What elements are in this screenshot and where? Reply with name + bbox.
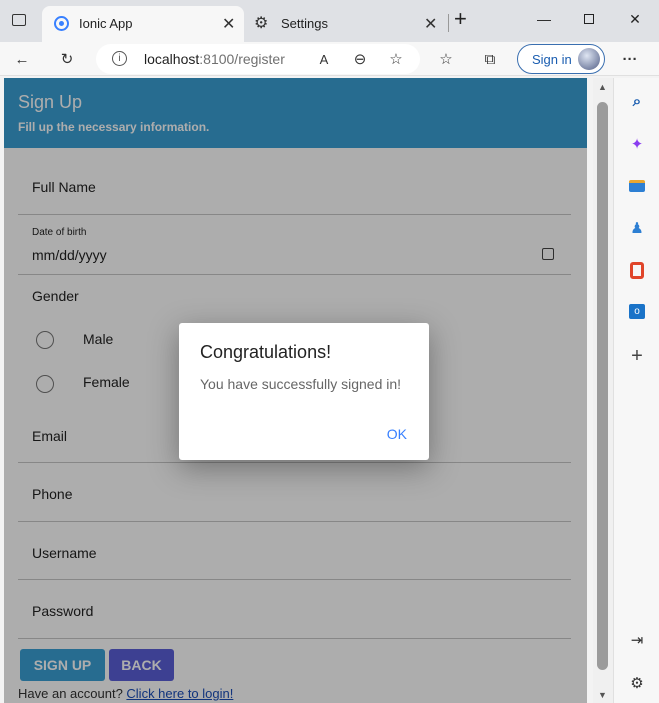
sign-in-label: Sign in bbox=[532, 52, 572, 67]
tab-divider bbox=[448, 14, 449, 32]
close-tab-icon[interactable]: ✕ bbox=[424, 14, 437, 34]
tab-settings[interactable]: ⚙ Settings ✕ bbox=[246, 6, 446, 42]
avatar bbox=[578, 48, 600, 70]
new-tab-icon[interactable]: + bbox=[454, 6, 467, 32]
browser-toolbar: ← ↻ i localhost:8100/register A ⊖ ☆ ☆ ⧉ … bbox=[0, 42, 659, 76]
shopping-icon[interactable] bbox=[626, 175, 648, 197]
info-icon[interactable]: i bbox=[112, 51, 127, 66]
dialog-title: Congratulations! bbox=[200, 342, 332, 362]
gear-icon: ⚙ bbox=[254, 15, 269, 32]
hide-sidebar-icon[interactable]: ⇥ bbox=[626, 629, 648, 651]
sidebar-settings-icon[interactable]: ⚙ bbox=[626, 672, 648, 694]
page-scrollbar[interactable]: ▲ ▼ bbox=[593, 78, 613, 703]
copilot-icon[interactable]: ✦ bbox=[626, 133, 648, 155]
address-bar[interactable]: i localhost:8100/register bbox=[96, 44, 420, 74]
collections-icon[interactable]: ⧉ bbox=[480, 49, 500, 69]
tab-title: Settings bbox=[281, 16, 328, 31]
games-icon[interactable]: ♟ bbox=[626, 217, 648, 239]
close-tab-icon[interactable]: ✕ bbox=[222, 14, 235, 34]
url-text: localhost:8100/register bbox=[144, 51, 285, 69]
refresh-icon[interactable]: ↻ bbox=[57, 49, 77, 69]
minimize-button[interactable]: — bbox=[522, 6, 566, 32]
sign-in-button[interactable]: Sign in bbox=[517, 44, 605, 74]
maximize-button[interactable] bbox=[567, 6, 611, 32]
add-sidebar-app-icon[interactable]: + bbox=[626, 345, 648, 367]
add-favorite-icon[interactable]: ☆ bbox=[386, 49, 406, 69]
scroll-down-icon[interactable]: ▼ bbox=[598, 690, 607, 700]
close-window-button[interactable]: ✕ bbox=[613, 6, 657, 32]
tab-actions-icon[interactable] bbox=[12, 14, 26, 26]
search-icon[interactable]: ⌕ bbox=[626, 90, 648, 112]
read-aloud-icon[interactable]: A bbox=[314, 49, 334, 69]
back-arrow-icon[interactable]: ← bbox=[12, 49, 32, 69]
url-host: localhost bbox=[144, 51, 200, 67]
outlook-icon[interactable]: o bbox=[626, 300, 648, 322]
edge-sidebar: ⌕ ✦ ♟ o + ⇥ ⚙ bbox=[613, 78, 659, 703]
alert-dialog: Congratulations! You have successfully s… bbox=[179, 323, 429, 460]
url-path: :8100/register bbox=[199, 51, 285, 67]
browser-title-bar: Ionic App ✕ ⚙ Settings ✕ + — ✕ bbox=[0, 0, 659, 42]
scroll-up-icon[interactable]: ▲ bbox=[598, 82, 607, 92]
ionic-favicon-icon bbox=[54, 16, 69, 31]
dialog-message: You have successfully signed in! bbox=[200, 376, 402, 392]
office-icon[interactable] bbox=[626, 259, 648, 281]
ok-button[interactable]: OK bbox=[387, 426, 407, 442]
zoom-out-icon[interactable]: ⊖ bbox=[350, 49, 370, 69]
tab-title: Ionic App bbox=[79, 16, 133, 31]
tab-ionic-app[interactable]: Ionic App ✕ bbox=[42, 6, 244, 42]
more-menu-icon[interactable]: ··· bbox=[620, 49, 640, 69]
favorites-icon[interactable]: ☆ bbox=[436, 49, 456, 69]
scroll-thumb[interactable] bbox=[597, 102, 608, 670]
